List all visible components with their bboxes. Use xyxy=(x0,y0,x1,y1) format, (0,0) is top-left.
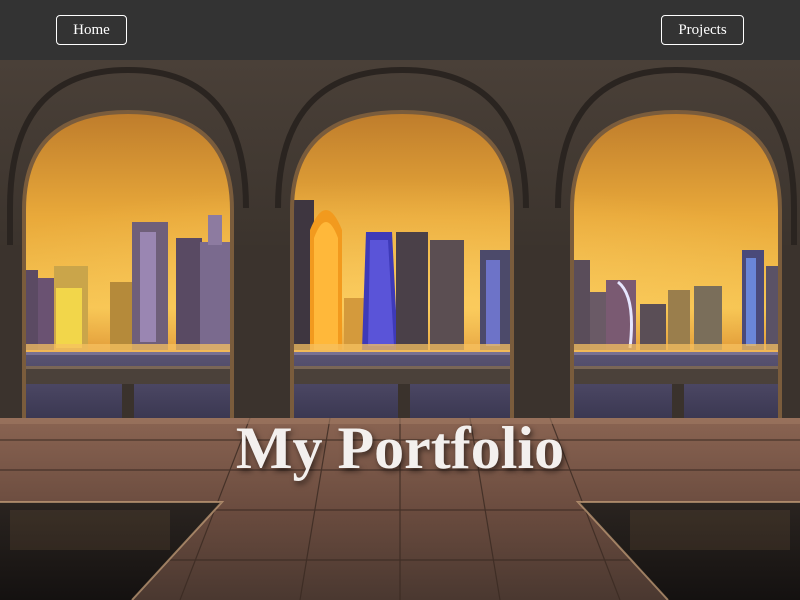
hero-background: My Portfolio xyxy=(0,60,800,600)
top-navbar: Home Projects xyxy=(0,0,800,60)
hero-scene-image xyxy=(0,60,800,600)
portfolio-page: Home Projects My Portfolio xyxy=(0,0,800,600)
home-button[interactable]: Home xyxy=(56,15,127,45)
projects-button[interactable]: Projects xyxy=(661,15,744,45)
hero-title: My Portfolio xyxy=(235,415,565,481)
